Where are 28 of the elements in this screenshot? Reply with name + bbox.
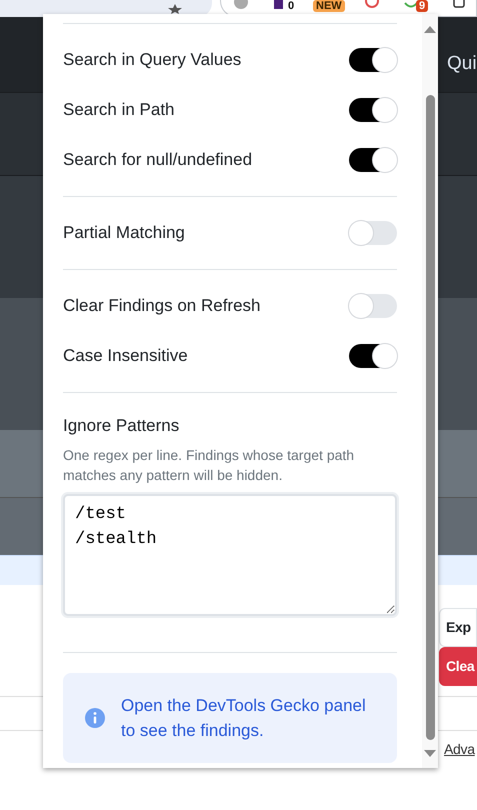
nav-link[interactable]: Qui bbox=[447, 50, 477, 78]
toggle-switch[interactable] bbox=[349, 344, 397, 368]
extension-badge: 9 bbox=[416, 0, 428, 12]
setting-label: Search in Path bbox=[63, 99, 175, 122]
extension-icon[interactable] bbox=[453, 0, 465, 8]
setting-label: Search for null/undefined bbox=[63, 149, 252, 172]
section-title: Ignore Patterns bbox=[63, 415, 180, 437]
setting-label: Case Insensitive bbox=[63, 345, 188, 368]
scroll-up-icon[interactable] bbox=[424, 26, 436, 33]
action-button[interactable]: Exp bbox=[439, 608, 477, 647]
setting-label: Search in Query Values bbox=[63, 49, 242, 72]
advanced-link[interactable]: Adva bbox=[444, 739, 475, 760]
scrollbar[interactable] bbox=[422, 14, 438, 768]
help-text: One regex per line. Findings whose target path matches any pattern will be hidden. bbox=[63, 446, 356, 484]
toggle-switch[interactable] bbox=[349, 48, 397, 72]
toggle-switch[interactable] bbox=[349, 294, 397, 318]
extension-badge: NEW bbox=[313, 0, 345, 12]
scroll-down-icon[interactable] bbox=[424, 750, 436, 757]
action-button[interactable]: Clea bbox=[439, 647, 477, 686]
setting-label: Clear Findings on Refresh bbox=[63, 295, 260, 318]
toggle-switch[interactable] bbox=[349, 98, 397, 122]
info-icon bbox=[85, 708, 105, 728]
star-icon[interactable] bbox=[168, 4, 182, 14]
toggle-switch[interactable] bbox=[349, 148, 397, 172]
info-message: Open the DevTools Gecko panel to see the findings. bbox=[121, 694, 367, 742]
patterns-field[interactable]: /test /stealth bbox=[63, 494, 397, 616]
toggle-switch[interactable] bbox=[349, 221, 397, 245]
setting-label: Partial Matching bbox=[63, 222, 185, 244]
